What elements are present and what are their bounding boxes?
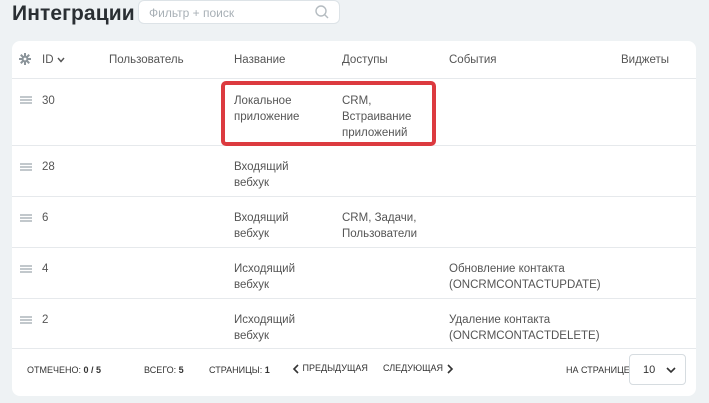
per-page-value: 10 [643, 364, 656, 376]
chevron-left-icon [292, 364, 299, 374]
cell-events-line: Обновление контакта [449, 263, 565, 275]
cell-access: CRM, Встраивание приложений [342, 93, 411, 141]
selected-count: Отмечено: 0 / 5 [27, 365, 101, 375]
selected-label: Отмечено: [27, 365, 81, 375]
cell-events-line: (ONCRMCONTACTDELETE) [449, 330, 600, 342]
cell-events: Обновление контакта (ONCRMCONTACTUPDATE) [449, 261, 601, 293]
cell-name-line: Входящий [234, 161, 289, 173]
cell-access-line: CRM, [342, 95, 372, 107]
column-header-name[interactable]: Название [234, 54, 285, 66]
chevron-down-icon [56, 57, 65, 63]
pages-label: Страницы: [209, 365, 263, 375]
total-label: Всего: [144, 365, 177, 375]
cell-id: 6 [42, 212, 49, 224]
cell-name[interactable]: Входящий вебхук [234, 210, 289, 242]
cell-id: 4 [42, 263, 49, 275]
cell-name-line: Входящий [234, 212, 289, 224]
cell-name-line: Исходящий [234, 263, 296, 275]
table-row[interactable]: 30 Локальное приложение CRM, Встраивание… [12, 80, 696, 146]
table-row[interactable]: 2 Исходящий вебхук Удаление контакта (ON… [12, 299, 696, 349]
total-count: Всего: 5 [144, 365, 184, 375]
cell-name[interactable]: Локальное приложение [234, 93, 299, 125]
table-row[interactable]: 28 Входящий вебхук [12, 146, 696, 197]
cell-id: 30 [42, 95, 55, 107]
table-row[interactable]: 6 Входящий вебхук CRM, Задачи, Пользоват… [12, 197, 696, 248]
drag-handle-icon[interactable] [20, 316, 32, 324]
cell-name[interactable]: Исходящий вебхук [234, 261, 295, 293]
column-header-widgets[interactable]: Виджеты [621, 54, 669, 66]
total-value: 5 [178, 365, 184, 375]
cell-events: Удаление контакта (ONCRMCONTACTDELETE) [449, 312, 600, 344]
pages-value: 1 [264, 365, 270, 375]
cell-access-line: CRM, Задачи, [342, 212, 417, 224]
next-page-button[interactable]: Следующая [383, 363, 454, 374]
drag-handle-icon[interactable] [20, 214, 32, 222]
cell-events-line: (ONCRMCONTACTUPDATE) [449, 279, 601, 291]
selected-value: 0 / 5 [83, 365, 102, 375]
chevron-down-icon [666, 367, 676, 374]
cell-name-line: вебхук [234, 330, 269, 342]
drag-handle-icon[interactable] [20, 163, 32, 171]
per-page-label: На странице: [566, 365, 633, 375]
table-header: ID Пользователь Название Доступы События… [12, 41, 696, 79]
integrations-table: ID Пользователь Название Доступы События… [12, 41, 696, 396]
cell-name-line: вебхук [234, 279, 269, 291]
page-title: Интеграции [12, 2, 135, 25]
cell-name-line: вебхук [234, 177, 269, 189]
column-header-id[interactable]: ID [42, 54, 65, 66]
cell-name-line: вебхук [234, 228, 269, 240]
cell-name[interactable]: Исходящий вебхук [234, 312, 295, 344]
cell-id: 28 [42, 161, 55, 173]
cell-access-line: Встраивание [342, 111, 412, 123]
column-header-events[interactable]: События [449, 54, 496, 66]
cell-name-line: Локальное [234, 95, 292, 107]
drag-handle-icon[interactable] [20, 265, 32, 273]
cell-name[interactable]: Входящий вебхук [234, 159, 289, 191]
next-page-label: Следующая [383, 363, 444, 373]
column-header-user[interactable]: Пользователь [109, 54, 184, 66]
pages-count: Страницы: 1 [209, 365, 270, 375]
cell-access: CRM, Задачи, Пользователи [342, 210, 417, 242]
table-footer: Отмечено: 0 / 5 Всего: 5 Страницы: 1 Пре… [12, 349, 696, 395]
search-icon[interactable] [314, 4, 330, 20]
search-box[interactable] [138, 0, 340, 24]
cell-name-line: Исходящий [234, 314, 296, 326]
prev-page-label: Предыдущая [302, 363, 368, 373]
table-row[interactable]: 4 Исходящий вебхук Обновление контакта (… [12, 248, 696, 299]
cell-id: 2 [42, 314, 49, 326]
cell-access-line: Пользователи [342, 228, 418, 240]
prev-page-button[interactable]: Предыдущая [292, 363, 368, 374]
gear-icon[interactable] [19, 53, 31, 65]
search-input[interactable] [149, 5, 309, 21]
column-header-id-label: ID [42, 54, 54, 66]
column-header-access[interactable]: Доступы [342, 54, 388, 66]
cell-access-line: приложений [342, 127, 408, 139]
drag-handle-icon[interactable] [20, 96, 32, 104]
cell-name-line: приложение [234, 111, 300, 123]
chevron-right-icon [447, 364, 453, 374]
cell-events-line: Удаление контакта [449, 314, 551, 326]
per-page-select[interactable]: 10 [629, 354, 686, 385]
